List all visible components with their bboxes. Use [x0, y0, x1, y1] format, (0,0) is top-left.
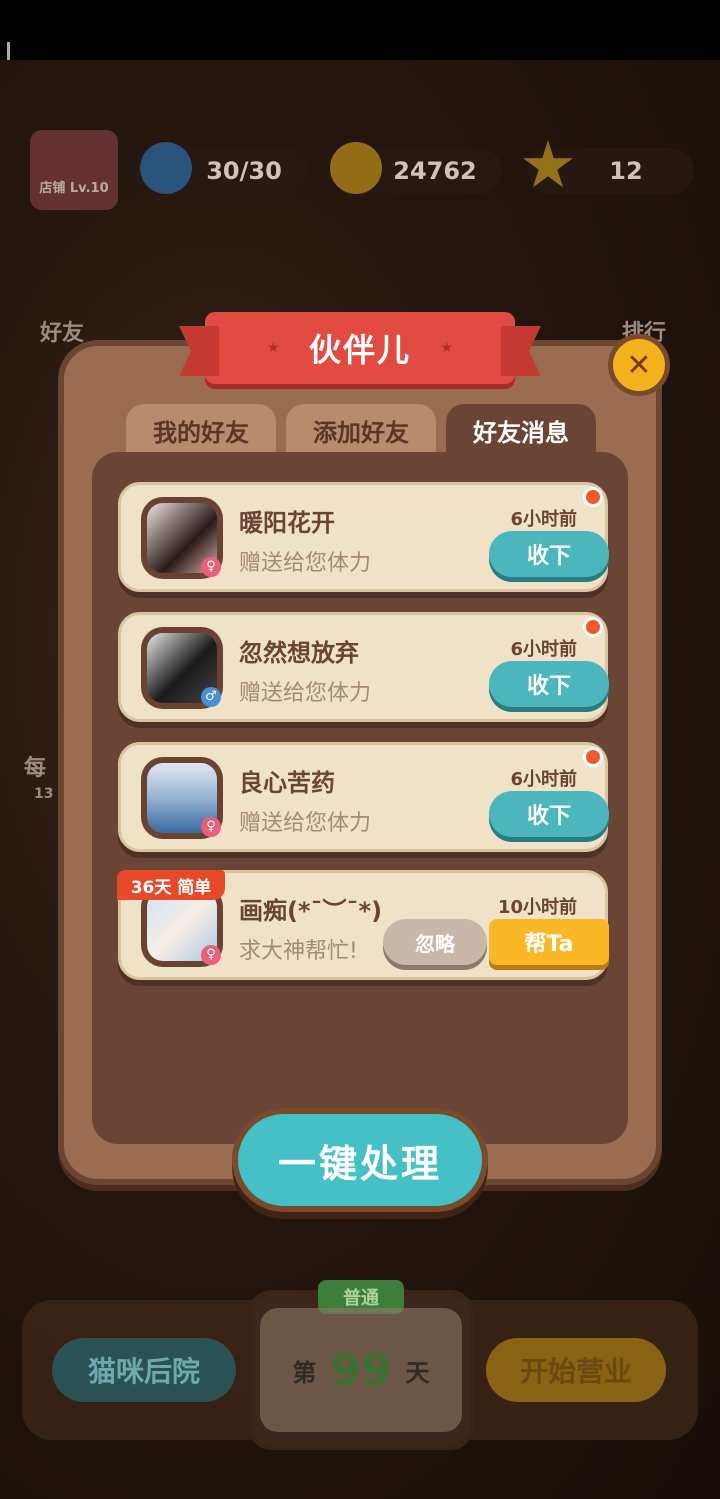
- close-button[interactable]: ✕: [608, 334, 670, 396]
- start-business-button[interactable]: 开始营业: [486, 1338, 666, 1402]
- unread-dot-icon: [583, 617, 603, 637]
- message-text: 赠送给您体力: [239, 811, 372, 836]
- female-icon: ♀: [201, 557, 221, 577]
- message-text: 赠送给您体力: [239, 551, 372, 576]
- coins-value: 24762: [393, 157, 477, 185]
- message-time: 6小时前: [510, 769, 577, 790]
- message-time: 6小时前: [510, 509, 577, 530]
- accept-button[interactable]: 收下: [489, 661, 609, 707]
- ignore-button[interactable]: 忽略: [383, 919, 487, 965]
- day-counter: 第 99 天: [260, 1308, 462, 1432]
- male-icon: ♂: [201, 687, 221, 707]
- unread-dot-icon: [583, 747, 603, 767]
- help-button[interactable]: 帮Ta: [489, 919, 609, 965]
- tab-my-friends[interactable]: 我的好友: [126, 404, 276, 456]
- accept-button[interactable]: 收下: [489, 791, 609, 837]
- help-request-card: 36天 简单 ♀ 画痴(*¯︶¯*) 求大神帮忙! 10小时前 忽略 帮Ta: [117, 870, 609, 980]
- energy-value: 30/30: [206, 157, 282, 185]
- message-time: 6小时前: [510, 639, 577, 660]
- tab-friend-messages[interactable]: 好友消息: [446, 404, 596, 456]
- day-number: 99: [330, 1344, 392, 1396]
- day-prefix: 第: [292, 1358, 317, 1387]
- shop-level-badge[interactable]: 店铺 Lv.10: [30, 130, 118, 210]
- cat-backyard-button[interactable]: 猫咪后院: [52, 1338, 236, 1402]
- dialog-title: 伙伴儿: [308, 331, 411, 369]
- accept-button[interactable]: 收下: [489, 531, 609, 577]
- female-icon: ♀: [201, 817, 221, 837]
- message-text: 赠送给您体力: [239, 681, 372, 706]
- sender-name: 忽然想放弃: [239, 639, 359, 667]
- stars-value: 12: [609, 157, 643, 185]
- process-all-button[interactable]: 一键处理: [232, 1108, 488, 1212]
- ribbon-star-icon: ★: [267, 340, 280, 356]
- coin-icon: [330, 142, 382, 194]
- status-bar: [0, 0, 720, 100]
- shop-level-label: 店铺 Lv.10: [39, 181, 109, 196]
- daily-side-sub: 13: [34, 786, 54, 802]
- ribbon-star-icon: ★: [440, 340, 453, 356]
- message-card: ♀ 良心苦药 赠送给您体力 6小时前 收下: [118, 742, 609, 852]
- tab-add-friends[interactable]: 添加好友: [286, 404, 436, 456]
- message-card: ♂ 忽然想放弃 赠送给您体力 6小时前 收下: [118, 612, 609, 722]
- close-icon: ✕: [626, 347, 652, 383]
- daily-side-label[interactable]: 每: [24, 750, 46, 782]
- energy-icon: [140, 142, 192, 194]
- unread-dot-icon: [583, 487, 603, 507]
- sender-name: 良心苦药: [239, 769, 335, 797]
- message-text: 求大神帮忙!: [239, 939, 358, 964]
- friends-side-label[interactable]: 好友: [40, 315, 84, 347]
- day-suffix: 天: [405, 1358, 430, 1387]
- female-icon: ♀: [201, 945, 221, 965]
- request-badge: 36天 简单: [117, 870, 225, 900]
- dialog-title-ribbon: ★ ★ 伙伴儿: [179, 312, 541, 384]
- sender-name: 暖阳花开: [239, 509, 335, 537]
- sender-name: 画痴(*¯︶¯*): [239, 897, 383, 925]
- message-time: 10小时前: [497, 897, 577, 918]
- message-card: ♀ 暖阳花开 赠送给您体力 6小时前 收下: [118, 482, 609, 592]
